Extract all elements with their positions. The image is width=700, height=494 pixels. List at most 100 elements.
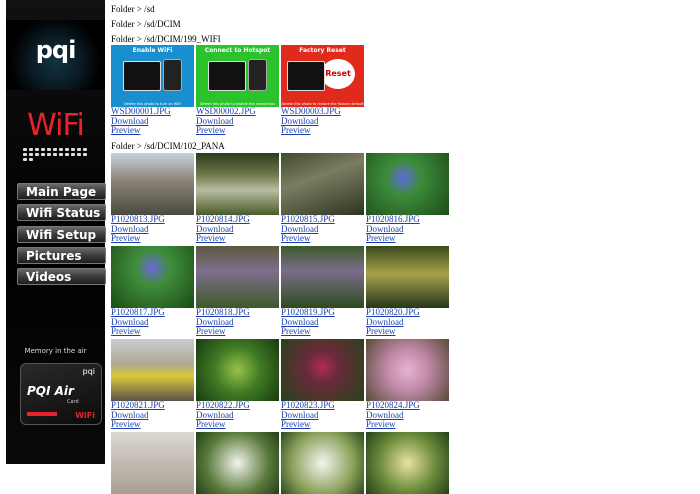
folder-199-wifi: Folder > /sd/DCIM/199_WIFI [111, 34, 221, 44]
file-cell [196, 432, 281, 494]
preview-link[interactable]: Preview [111, 326, 196, 337]
photo-thumbnail[interactable] [281, 432, 364, 494]
preview-link[interactable]: Preview [196, 125, 281, 136]
device-graphic [287, 61, 325, 91]
card-name: PQI Air [27, 384, 74, 398]
file-cell: P1020816.JPG Download Preview [366, 153, 451, 244]
dot-decoration [29, 148, 33, 151]
file-cell: P1020815.JPG Download Preview [281, 153, 366, 244]
dot-decoration [83, 148, 87, 151]
file-cell [111, 432, 196, 494]
device-graphic [123, 61, 161, 91]
preview-link[interactable]: Preview [111, 125, 196, 136]
dot-decoration [65, 153, 69, 156]
nav-wifi-status[interactable]: Wifi Status [17, 204, 106, 221]
photo-thumbnail[interactable] [196, 339, 279, 401]
dot-decoration [77, 148, 81, 151]
dot-decoration [59, 148, 63, 151]
file-cell: P1020814.JPG Download Preview [196, 153, 281, 244]
card-caption: Delete this photo to restore the factory… [281, 102, 364, 106]
card-stripe [27, 412, 57, 416]
photo-thumbnail[interactable] [281, 153, 364, 215]
preview-link[interactable]: Preview [366, 419, 451, 430]
file-thumbnail[interactable]: Factory Reset Reset Delete this photo to r… [281, 45, 364, 107]
file-cell: P1020824.JPG Download Preview [366, 339, 451, 430]
preview-link[interactable]: Preview [281, 125, 366, 136]
preview-link[interactable]: Preview [281, 233, 366, 244]
wifi-logo: WiFi [27, 108, 85, 143]
folder-dcim: Folder > /sd/DCIM [111, 19, 181, 29]
pana-row-1: P1020813.JPG Download Preview P1020814.JPG… [111, 153, 451, 244]
device-graphic [208, 61, 246, 91]
card-title: Enable WiFi [132, 47, 173, 54]
file-cell: P1020821.JPG Download Preview [111, 339, 196, 430]
wifi-dots-decoration [23, 148, 91, 161]
phone-graphic [163, 59, 182, 91]
photo-thumbnail[interactable] [366, 153, 449, 215]
preview-link[interactable]: Preview [281, 419, 366, 430]
preview-link[interactable]: Preview [196, 326, 281, 337]
photo-thumbnail[interactable] [196, 432, 279, 494]
dot-decoration [29, 153, 33, 156]
file-cell: P1020822.JPG Download Preview [196, 339, 281, 430]
pana-row-4 [111, 432, 451, 494]
photo-thumbnail[interactable] [111, 339, 194, 401]
photo-thumbnail[interactable] [281, 339, 364, 401]
dot-decoration [77, 153, 81, 156]
nav-main-page[interactable]: Main Page [17, 183, 106, 200]
photo-thumbnail[interactable] [196, 246, 279, 308]
file-cell: P1020813.JPG Download Preview [111, 153, 196, 244]
photo-thumbnail[interactable] [111, 153, 194, 215]
dot-decoration [23, 153, 27, 156]
file-cell: P1020817.JPG Download Preview [111, 246, 196, 337]
dot-decoration [29, 158, 33, 161]
preview-link[interactable]: Preview [111, 233, 196, 244]
file-browser: Folder > /sd Folder > /sd/DCIM Folder > … [111, 0, 691, 494]
photo-thumbnail[interactable] [111, 432, 194, 494]
dot-decoration [41, 148, 45, 151]
dot-decoration [23, 158, 27, 161]
nav-pictures[interactable]: Pictures [17, 247, 106, 264]
dot-decoration [47, 153, 51, 156]
preview-link[interactable]: Preview [196, 419, 281, 430]
photo-thumbnail[interactable] [281, 246, 364, 308]
pqi-air-card-image: pqi PQI Air Card WiFi [20, 363, 102, 425]
card-caption: Delete this photo to turn on WiFi [124, 102, 181, 106]
photo-thumbnail[interactable] [366, 339, 449, 401]
preview-link[interactable]: Preview [366, 326, 451, 337]
dot-decoration [71, 148, 75, 151]
dot-decoration [35, 153, 39, 156]
folder-sd: Folder > /sd [111, 4, 155, 14]
photo-thumbnail[interactable] [196, 153, 279, 215]
dot-decoration [83, 153, 87, 156]
card-brand: pqi [82, 367, 95, 376]
pana-row-3: P1020821.JPG Download Preview P1020822.JPG… [111, 339, 451, 430]
photo-thumbnail[interactable] [366, 432, 449, 494]
file-thumbnail[interactable]: Connect to Hotspot Delete this photo to e… [196, 45, 279, 107]
dot-decoration [23, 148, 27, 151]
pqi-logo: pqi [35, 36, 77, 64]
photo-thumbnail[interactable] [111, 246, 194, 308]
card-wifi: WiFi [75, 411, 95, 420]
file-thumbnail[interactable]: Enable WiFi Delete this photo to turn on … [111, 45, 194, 107]
nav-wifi-setup[interactable]: Wifi Setup [17, 226, 106, 243]
dot-decoration [71, 153, 75, 156]
file-cell: Connect to Hotspot Delete this photo to e… [196, 45, 281, 136]
file-cell [281, 432, 366, 494]
preview-link[interactable]: Preview [196, 233, 281, 244]
file-cell [366, 432, 451, 494]
reset-badge: Reset [321, 59, 355, 89]
card-sub: Card [67, 399, 79, 405]
preview-link[interactable]: Preview [111, 419, 196, 430]
file-cell: Factory Reset Reset Delete this photo to r… [281, 45, 366, 136]
preview-link[interactable]: Preview [366, 233, 451, 244]
tagline: Memory in the air [24, 347, 87, 355]
file-cell: P1020820.JPG Download Preview [366, 246, 451, 337]
photo-thumbnail[interactable] [366, 246, 449, 308]
dot-decoration [47, 148, 51, 151]
card-title: Factory Reset [299, 47, 346, 54]
preview-link[interactable]: Preview [281, 326, 366, 337]
nav-videos[interactable]: Videos [17, 268, 106, 285]
file-cell: Enable WiFi Delete this photo to turn on … [111, 45, 196, 136]
dot-decoration [53, 153, 57, 156]
